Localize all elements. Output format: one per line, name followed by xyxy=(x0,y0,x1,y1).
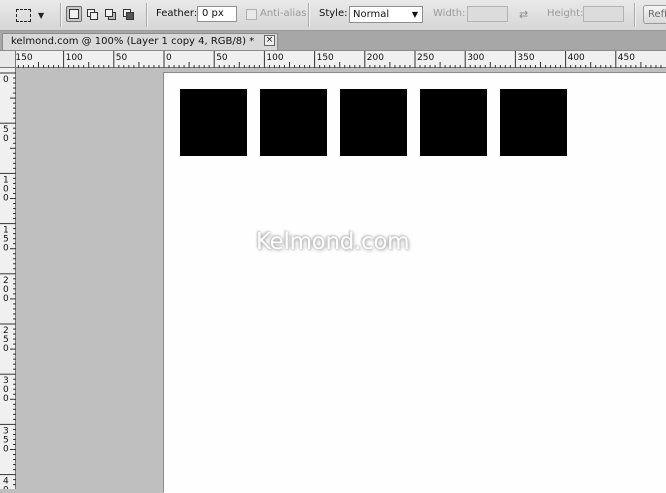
ruler-label: 400 xyxy=(568,53,585,63)
refine-edge-button[interactable]: Refine Edge... xyxy=(643,5,666,24)
ruler-label: 0 xyxy=(3,75,9,85)
subtract-from-selection-icon xyxy=(105,9,116,20)
width-label: Width: xyxy=(433,8,466,19)
ruler-label: 0 xyxy=(3,444,9,454)
width-input[interactable] xyxy=(467,6,508,22)
chevron-down-icon: ▼ xyxy=(38,10,45,20)
style-select[interactable]: Normal ▼ xyxy=(349,6,423,23)
feather-input[interactable]: 0 px xyxy=(197,6,237,22)
feather-label: Feather: xyxy=(156,8,198,19)
tool-preset-picker[interactable]: ▼ xyxy=(16,0,56,30)
horizontal-ruler[interactable]: 150 100 50 0 50 100 150 200 250 300 350 400 450 xyxy=(16,51,666,68)
document-tab-bar: kelmond.com @ 100% (Layer 1 copy 4, RGB/… xyxy=(0,31,666,51)
intersect-selection-icon xyxy=(123,9,134,20)
ruler-label: 0 xyxy=(3,193,9,203)
ruler-label: 100 xyxy=(66,53,83,63)
chevron-down-icon: ▼ xyxy=(411,10,418,19)
antialias-label: Anti-alias xyxy=(260,8,307,19)
height-label: Height: xyxy=(547,8,584,19)
swap-arrows-icon[interactable]: ⇄ xyxy=(519,8,528,21)
ruler-label: 450 xyxy=(618,53,635,63)
height-input[interactable] xyxy=(583,6,624,22)
close-icon[interactable]: × xyxy=(264,35,275,46)
ruler-label: 100 xyxy=(266,53,283,63)
ruler-label: 0 xyxy=(3,486,9,489)
divider xyxy=(146,3,148,27)
black-square[interactable] xyxy=(420,89,487,156)
style-select-value: Normal xyxy=(353,9,390,20)
intersect-selection-button[interactable] xyxy=(120,6,136,22)
document-canvas[interactable]: Kelmond.com xyxy=(164,73,666,493)
document-tab-title: kelmond.com @ 100% (Layer 1 copy 4, RGB/… xyxy=(11,36,255,47)
options-bar: ▼ Feather: 0 px Anti-alias Style: Normal… xyxy=(0,0,666,31)
watermark: Kelmond.com xyxy=(256,229,410,255)
antialias-checkbox[interactable] xyxy=(246,9,257,20)
document-tab[interactable]: kelmond.com @ 100% (Layer 1 copy 4, RGB/… xyxy=(2,33,278,50)
rectangular-marquee-icon xyxy=(16,8,31,22)
ruler-label: 0 xyxy=(166,53,172,63)
ruler-label: 0 xyxy=(3,244,9,254)
new-selection-button[interactable] xyxy=(66,6,82,22)
horizontal-ruler-ticks: 150 100 50 0 50 100 150 200 250 300 350 400 450 xyxy=(16,51,662,68)
ruler-label: 0 xyxy=(3,134,9,144)
vertical-ruler[interactable]: 05010015020025030035040 xyxy=(0,68,16,489)
ruler-label: 0 xyxy=(3,344,9,354)
ruler-label: 350 xyxy=(517,53,534,63)
ruler-label: 0 xyxy=(3,294,9,304)
ruler-label: 250 xyxy=(417,53,434,63)
subtract-from-selection-button[interactable] xyxy=(102,6,118,22)
ruler-label: 50 xyxy=(216,53,228,63)
add-to-selection-button[interactable] xyxy=(84,6,100,22)
ruler-label: 200 xyxy=(367,53,384,63)
black-square[interactable] xyxy=(260,89,327,156)
ruler-label: 300 xyxy=(467,53,484,63)
divider xyxy=(60,3,62,27)
ruler-label: 150 xyxy=(317,53,334,63)
add-to-selection-icon xyxy=(87,9,98,20)
ruler-label: 0 xyxy=(3,394,9,404)
divider xyxy=(308,3,310,27)
new-selection-icon xyxy=(69,9,79,19)
ruler-label: 50 xyxy=(116,53,128,63)
black-square[interactable] xyxy=(180,89,247,156)
ruler-origin[interactable] xyxy=(0,51,16,68)
style-label: Style: xyxy=(319,8,348,19)
vertical-ruler-ticks: 05010015020025030035040 xyxy=(0,72,16,489)
divider xyxy=(634,3,636,27)
black-square[interactable] xyxy=(500,89,567,156)
ruler-label: 150 xyxy=(16,53,33,63)
black-square[interactable] xyxy=(340,89,407,156)
